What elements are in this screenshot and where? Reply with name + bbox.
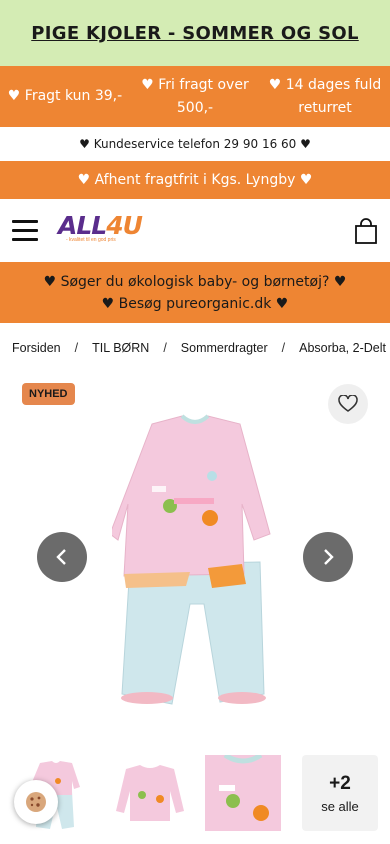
breadcrumb-item-home[interactable]: Forsiden [12, 341, 61, 355]
pickup-bar: ♥ Afhent fragtfrit i Kgs. Lyngby ♥ [0, 161, 390, 199]
see-all-label: se alle [321, 798, 359, 814]
see-all-images-button[interactable]: +2 se alle [302, 755, 378, 831]
cookie-settings-button[interactable] [14, 780, 58, 824]
usp-free-shipping: ♥ Fri fragt over 500,- [141, 76, 249, 116]
hamburger-icon[interactable] [12, 220, 38, 241]
new-badge: NYHED [22, 383, 75, 405]
breadcrumb-item-til-born[interactable]: TIL BØRN [92, 341, 149, 355]
breadcrumb-separator: / [281, 340, 286, 355]
favorite-button[interactable] [328, 384, 368, 424]
logo-text-all: ALL [58, 211, 107, 240]
breadcrumb-separator: / [74, 340, 79, 355]
organic-promo-banner[interactable]: ♥ Søger du økologisk baby- og børnetøj? … [0, 262, 390, 323]
breadcrumb-item-current: Absorba, 2-Delt Baby [299, 340, 390, 355]
top-banner[interactable]: PIGE KJOLER - SOMMER OG SOL [0, 0, 390, 66]
breadcrumb-separator: / [163, 340, 167, 355]
chevron-left-icon [56, 549, 66, 565]
organic-promo-line1: ♥ Søger du økologisk baby- og børnetøj? … [43, 273, 347, 290]
usp-shipping-price: ♥ Fragt kun 39,- [7, 88, 123, 104]
logo-text-4u: 4U [106, 211, 143, 240]
more-images-count: +2 [329, 772, 351, 794]
top-banner-link[interactable]: PIGE KJOLER - SOMMER OG SOL [31, 23, 359, 44]
usp-return-policy: ♥ 14 dages fuld returret [268, 76, 382, 116]
heart-outline-icon [338, 395, 358, 412]
breadcrumb: Forsiden / TIL BØRN / Sommerdragter / Ab… [0, 323, 390, 372]
usp-bar: ♥ Fragt kun 39,- ♥ Fri fragt over 500,- … [0, 66, 390, 127]
cookie-icon [26, 792, 46, 812]
thumbnail-2[interactable] [112, 755, 188, 831]
organic-promo-line2: ♥ Besøg pureorganic.dk ♥ [101, 295, 289, 312]
thumbnail-strip: +2 se alle [0, 755, 390, 835]
thumbnail-3[interactable] [205, 755, 281, 831]
site-logo[interactable]: ALL4U - kvalitet til en god pris [58, 211, 143, 244]
previous-image-button[interactable] [37, 532, 87, 582]
next-image-button[interactable] [303, 532, 353, 582]
chevron-right-icon [324, 549, 334, 565]
shopping-bag-icon[interactable] [354, 217, 378, 245]
product-gallery[interactable]: NYHED [0, 374, 390, 740]
customer-service-bar: ♥ Kundeservice telefon 29 90 16 60 ♥ [79, 137, 311, 151]
breadcrumb-item-sommerdragter[interactable]: Sommerdragter [181, 341, 268, 355]
product-image [112, 414, 271, 705]
